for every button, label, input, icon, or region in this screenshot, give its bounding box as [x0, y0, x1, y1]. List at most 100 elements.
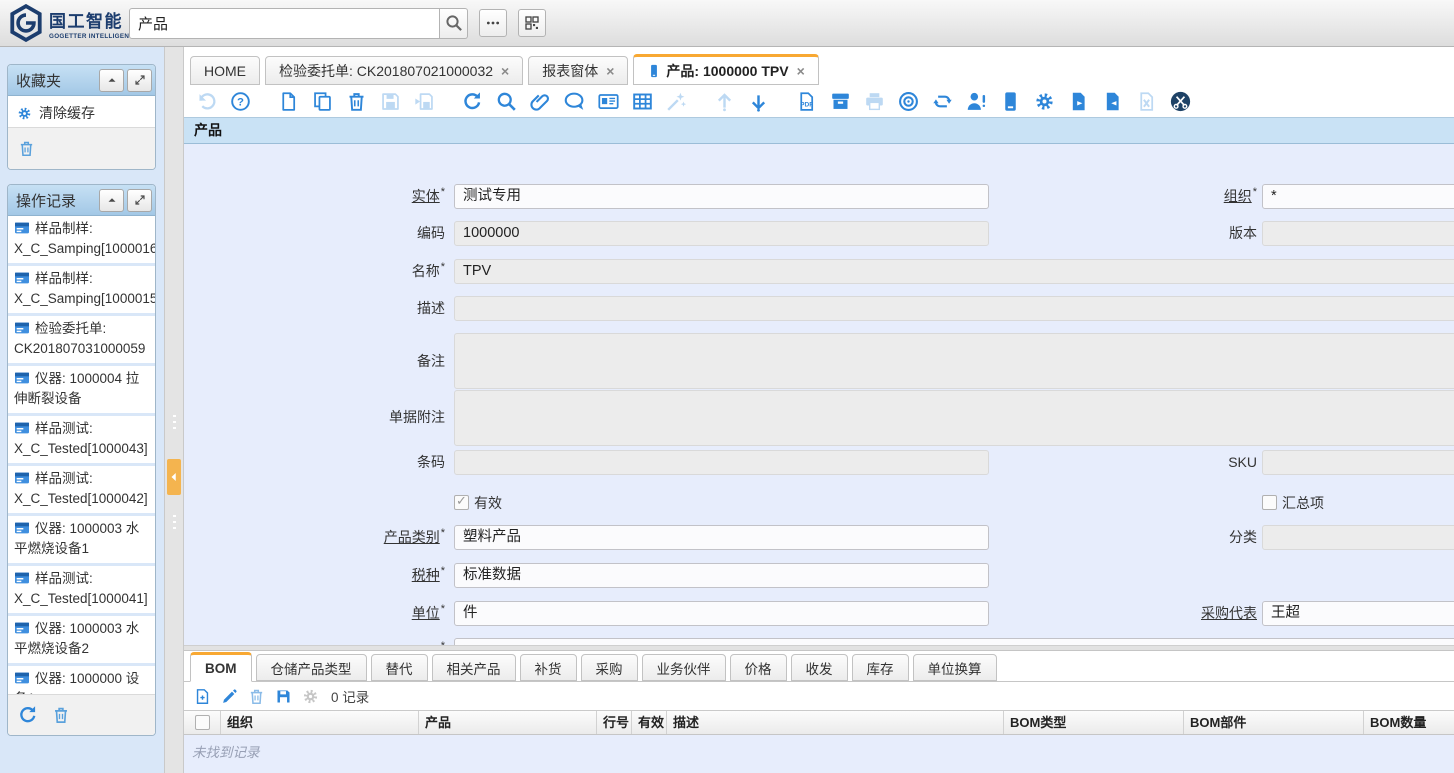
detail-tab[interactable]: 单位换算 [913, 654, 997, 681]
pdf-file-icon[interactable]: PDF [796, 91, 817, 112]
person-alert-icon[interactable] [966, 91, 987, 112]
tab[interactable]: 产品: 1000000 TPV× [633, 54, 818, 85]
detail-tab-bar: BOM仓储产品类型替代相关产品补货采购业务伙伴价格收发库存单位换算 [184, 651, 1454, 682]
history-item[interactable]: 样品制样: X_C_Samping[1000016 [8, 216, 155, 266]
unit-input[interactable]: 件 [454, 601, 989, 626]
swap-icon[interactable] [932, 91, 953, 112]
history-expand-button[interactable] [127, 189, 152, 212]
chat-icon[interactable] [564, 91, 585, 112]
detail-tab[interactable]: 收发 [791, 654, 848, 681]
tax-input[interactable]: 标准数据 [454, 563, 989, 588]
file-plus-icon[interactable] [194, 688, 211, 705]
search-icon[interactable] [496, 91, 517, 112]
tab-close-icon[interactable]: × [606, 63, 614, 79]
category-label[interactable]: 产品类别* [184, 525, 445, 550]
archive-box-icon[interactable] [830, 91, 851, 112]
favorites-collapse-button[interactable] [99, 69, 124, 92]
favorites-item[interactable]: 清除缓存 [8, 96, 155, 130]
detail-tab[interactable]: BOM [190, 652, 252, 682]
header-cell[interactable]: BOM数量 [1364, 711, 1454, 734]
org-input[interactable]: * [1262, 184, 1454, 209]
header-cell[interactable]: 行号 [597, 711, 632, 734]
header-cell[interactable]: 组织 [221, 711, 419, 734]
global-search [129, 8, 468, 39]
detail-tab[interactable]: 业务伙伴 [642, 654, 726, 681]
refresh-icon[interactable] [18, 705, 38, 725]
trash-icon[interactable] [18, 140, 35, 157]
new-doc-icon[interactable] [278, 91, 299, 112]
paperclip-icon[interactable] [530, 91, 551, 112]
version-input [1262, 221, 1454, 246]
file-import-icon[interactable] [1102, 91, 1123, 112]
search-button[interactable] [440, 8, 468, 39]
trash-icon[interactable] [248, 688, 265, 705]
valid-checkbox-label: 有效 [474, 493, 502, 513]
tab[interactable]: 检验委托单: CK201807021000032× [265, 56, 523, 85]
id-card-icon[interactable] [598, 91, 619, 112]
history-collapse-button[interactable] [99, 189, 124, 212]
caret-up-icon [106, 74, 118, 86]
server-icon[interactable] [1000, 91, 1021, 112]
sidebar-collapse-handle[interactable] [167, 459, 181, 495]
tab-close-icon[interactable]: × [797, 63, 805, 79]
history-item[interactable]: 样品制样: X_C_Samping[1000015 [8, 266, 155, 316]
tab[interactable]: HOME [190, 56, 260, 85]
detail-tab[interactable]: 库存 [852, 654, 909, 681]
history-item[interactable]: 样品测试: X_C_Tested[1000043] [8, 416, 155, 466]
detail-tab[interactable]: 仓储产品类型 [256, 654, 367, 681]
favorites-expand-button[interactable] [127, 69, 152, 92]
header-cell[interactable]: BOM类型 [1004, 711, 1184, 734]
history-item[interactable]: 仪器: 1000003 水平燃烧设备2 [8, 616, 155, 666]
header-cell[interactable]: 描述 [667, 711, 1004, 734]
unit-label[interactable]: 单位* [184, 601, 445, 626]
tax-label[interactable]: 税种* [184, 563, 445, 588]
header-cell[interactable]: 产品 [419, 711, 597, 734]
gear-icon[interactable] [1034, 91, 1055, 112]
file-export-icon[interactable] [1068, 91, 1089, 112]
history-item[interactable]: 样品测试: X_C_Tested[1000042] [8, 466, 155, 516]
tab-close-icon[interactable]: × [501, 63, 509, 79]
detail-tab[interactable]: 替代 [371, 654, 428, 681]
detail-tab[interactable]: 相关产品 [432, 654, 516, 681]
org-label[interactable]: 组织* [997, 184, 1257, 209]
floppy-icon[interactable] [275, 688, 292, 705]
header-cell-checkbox[interactable] [184, 711, 221, 734]
sidebar-splitter[interactable] [164, 47, 184, 773]
history-item[interactable]: 样品测试: X_C_Tested[1000041] [8, 566, 155, 616]
trash-icon[interactable] [52, 706, 70, 724]
history-item[interactable]: 检验委托单: CK201807031000059 [8, 316, 155, 366]
select-all-checkbox[interactable] [195, 715, 210, 730]
header-cell[interactable]: 有效 [632, 711, 667, 734]
copy-icon[interactable] [312, 91, 333, 112]
header-cell[interactable]: BOM部件 [1184, 711, 1364, 734]
partial-field-input[interactable] [454, 638, 1454, 645]
purchase-rep-input[interactable]: 王超 [1262, 601, 1454, 626]
summary-checkbox[interactable] [1262, 495, 1277, 510]
detail-tab[interactable]: 采购 [581, 654, 638, 681]
detail-tab[interactable]: 补货 [520, 654, 577, 681]
pencil-icon[interactable] [221, 688, 238, 705]
purchase-rep-label[interactable]: 采购代表 [997, 601, 1257, 626]
category-input[interactable]: 塑料产品 [454, 525, 989, 550]
scissors-circle-icon[interactable] [1170, 91, 1191, 112]
more-button[interactable] [479, 9, 507, 37]
table-icon[interactable] [632, 91, 653, 112]
trash-icon[interactable] [346, 91, 367, 112]
valid-checkbox[interactable] [454, 495, 469, 510]
global-search-input[interactable] [129, 8, 440, 39]
form-row: 产品类别* 塑料产品 分类 [184, 525, 1454, 550]
gear-icon [302, 688, 319, 705]
detail-tab[interactable]: 价格 [730, 654, 787, 681]
window-icon [14, 220, 30, 236]
target-icon[interactable] [898, 91, 919, 112]
arrow-down-icon[interactable] [748, 91, 769, 112]
qr-button[interactable] [518, 9, 546, 37]
detail-panel: BOM仓储产品类型替代相关产品补货采购业务伙伴价格收发库存单位换算 0 记录 组… [184, 651, 1454, 773]
entity-input[interactable]: 测试专用 [454, 184, 989, 209]
refresh-icon[interactable] [462, 91, 483, 112]
entity-label[interactable]: 实体* [184, 184, 445, 209]
history-item[interactable]: 仪器: 1000003 水平燃烧设备1 [8, 516, 155, 566]
history-item[interactable]: 仪器: 1000004 拉伸断裂设备 [8, 366, 155, 416]
tab[interactable]: 报表窗体× [528, 56, 628, 85]
help-icon[interactable]: ? [230, 91, 251, 112]
